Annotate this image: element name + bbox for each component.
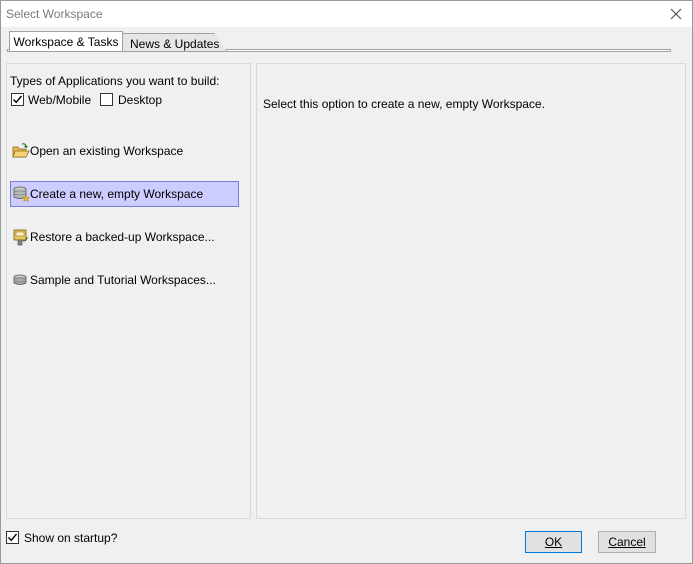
select-workspace-dialog: Select Workspace Workspace & Tasks News … xyxy=(0,0,693,564)
task-open-workspace[interactable]: Open an existing Workspace xyxy=(10,138,239,164)
task-create-workspace[interactable]: Create a new, empty Workspace xyxy=(10,181,239,207)
close-icon xyxy=(670,8,682,20)
database-icon xyxy=(13,274,27,285)
task-label: Sample and Tutorial Workspaces... xyxy=(30,273,216,287)
description-panel: Select this option to create a new, empt… xyxy=(256,63,686,519)
desktop-checkbox[interactable] xyxy=(100,93,113,106)
show-on-startup-label: Show on startup? xyxy=(24,531,118,545)
tab-label: News & Updates xyxy=(130,37,220,51)
ok-button[interactable]: OK xyxy=(525,531,582,553)
app-types-heading: Types of Applications you want to build: xyxy=(10,74,220,88)
show-on-startup-checkbox[interactable] xyxy=(6,531,19,544)
desktop-label: Desktop xyxy=(118,93,163,107)
task-label: Open an existing Workspace xyxy=(30,144,184,158)
ok-button-label: OK xyxy=(544,535,563,549)
task-label: Create a new, empty Workspace xyxy=(30,187,204,201)
cancel-button[interactable]: Cancel xyxy=(598,531,656,553)
cancel-button-label: Cancel xyxy=(608,535,646,549)
web-mobile-checkbox[interactable] xyxy=(11,93,24,106)
checkmark-icon xyxy=(7,533,18,542)
tab-news-updates[interactable]: News & Updates xyxy=(123,33,227,51)
window-title: Select Workspace xyxy=(6,7,103,21)
tasks-panel: Types of Applications you want to build:… xyxy=(6,63,251,519)
title-bar: Select Workspace xyxy=(1,1,692,27)
task-restore-workspace[interactable]: Restore a backed-up Workspace... xyxy=(10,224,239,250)
task-sample-workspaces[interactable]: Sample and Tutorial Workspaces... xyxy=(10,267,239,293)
folder-open-icon xyxy=(12,143,30,158)
task-label: Restore a backed-up Workspace... xyxy=(30,230,215,244)
tab-label: Workspace & Tasks xyxy=(13,35,119,49)
restore-icon xyxy=(13,229,28,246)
web-mobile-label: Web/Mobile xyxy=(28,93,92,107)
tab-workspace-tasks[interactable]: Workspace & Tasks xyxy=(9,31,123,51)
task-description: Select this option to create a new, empt… xyxy=(263,97,545,111)
checkmark-icon xyxy=(12,95,23,104)
database-new-icon xyxy=(13,186,30,203)
close-button[interactable] xyxy=(666,4,686,24)
